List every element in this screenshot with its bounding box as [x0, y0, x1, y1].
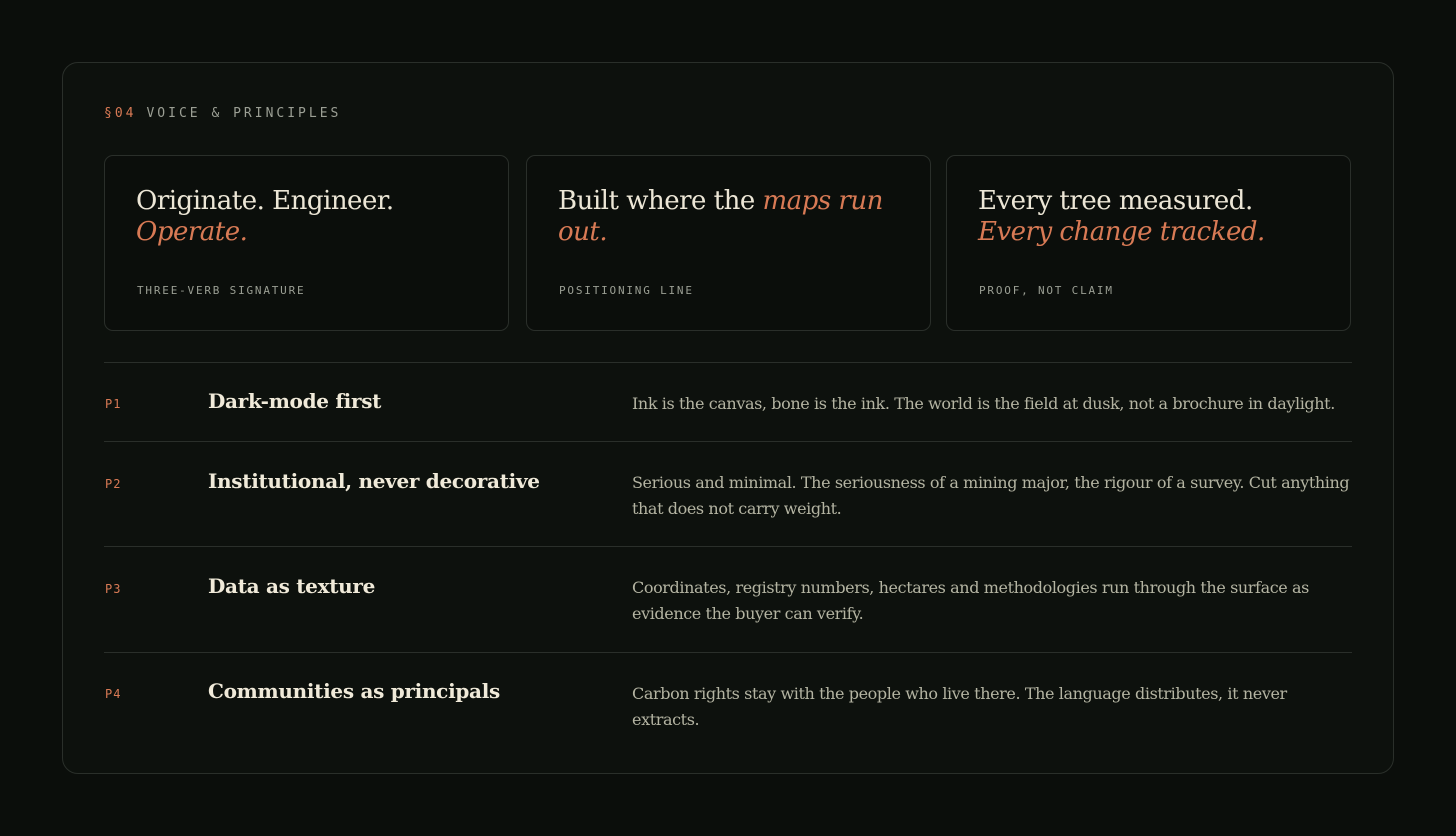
principle-title: Institutional, never decorative	[208, 469, 540, 493]
principle-number: P1	[105, 397, 122, 411]
principle-number: P4	[105, 687, 122, 701]
section-title: VOICE & PRINCIPLES	[146, 106, 342, 121]
voice-card-positioning: Built where the maps run out. POSITIONIN…	[526, 155, 931, 331]
divider	[104, 362, 1352, 363]
principle-title: Communities as principals	[208, 679, 500, 703]
principle-body: Carbon rights stay with the people who l…	[632, 684, 1287, 729]
section-number: §04	[104, 106, 137, 121]
divider	[104, 652, 1352, 653]
card-headline: Built where the maps run out.	[558, 186, 883, 247]
divider	[104, 441, 1352, 442]
card-caption: THREE-VERB SIGNATURE	[137, 284, 306, 297]
divider	[104, 546, 1352, 547]
card-headline-accent: Operate.	[136, 217, 248, 247]
section-eyebrow: §04 VOICE & PRINCIPLES	[104, 106, 341, 121]
principle-title: Data as texture	[208, 574, 376, 598]
card-headline: Originate. Engineer. Operate.	[136, 186, 394, 247]
principle-title: Dark-mode first	[208, 389, 382, 413]
principle-body: Coordinates, registry numbers, hectares …	[632, 578, 1309, 623]
principle-number: P3	[105, 582, 122, 596]
card-headline-accent: Every change tracked.	[978, 217, 1265, 247]
principle-body: Ink is the canvas, bone is the ink. The …	[632, 394, 1335, 413]
principle-number: P2	[105, 477, 122, 491]
voice-card-signature: Originate. Engineer. Operate. THREE-VERB…	[104, 155, 509, 331]
voice-card-proof: Every tree measured. Every change tracke…	[946, 155, 1351, 331]
principle-body: Serious and minimal. The seriousness of …	[632, 473, 1350, 518]
card-headline: Every tree measured. Every change tracke…	[978, 186, 1265, 247]
card-caption: PROOF, NOT CLAIM	[979, 284, 1114, 297]
card-caption: POSITIONING LINE	[559, 284, 694, 297]
